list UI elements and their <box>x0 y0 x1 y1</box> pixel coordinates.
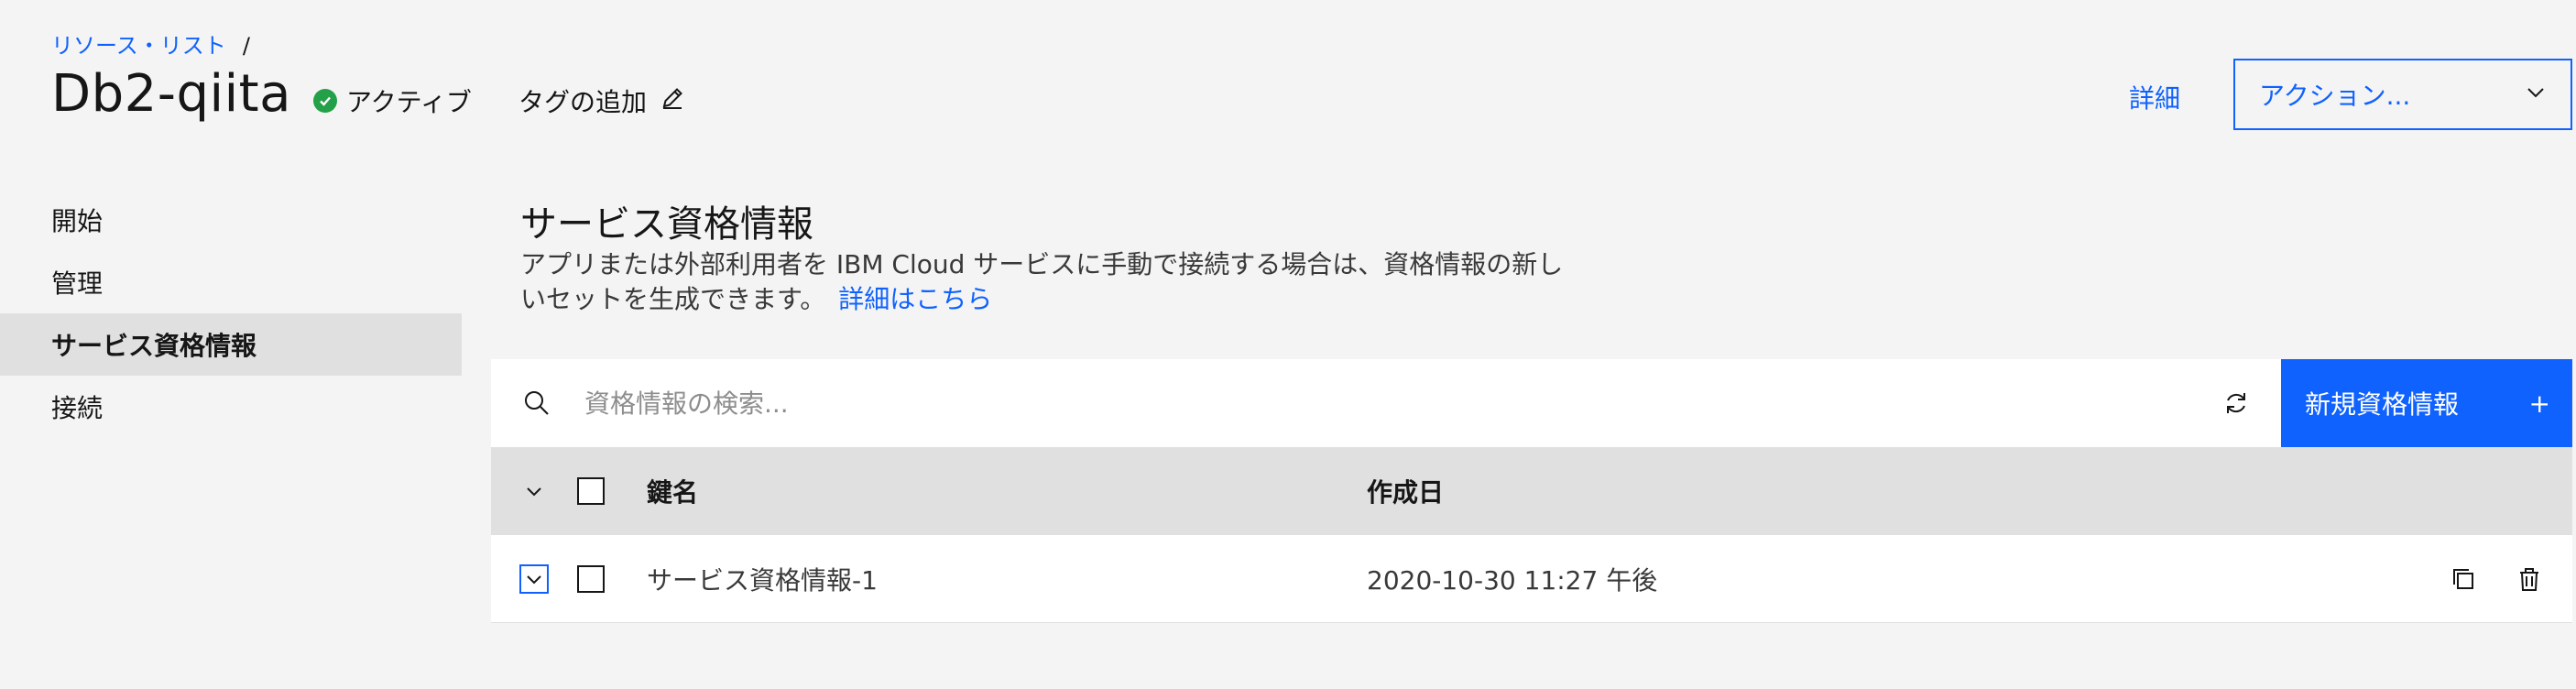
copy-icon[interactable] <box>2450 565 2477 593</box>
table-header: 鍵名 作成日 <box>491 447 2572 535</box>
page-title: Db2-qiita <box>51 64 291 124</box>
column-header-created[interactable]: 作成日 <box>1367 473 2572 509</box>
select-all-checkbox[interactable] <box>577 477 605 505</box>
table-toolbar: 新規資格情報 + <box>491 358 2572 448</box>
chevron-down-icon <box>2525 80 2547 110</box>
section-description-text: アプリまたは外部利用者を IBM Cloud サービスに手動で接続する場合は、資… <box>520 249 1564 314</box>
row-expand-button[interactable] <box>491 563 577 594</box>
add-tag-label: タグの追加 <box>518 87 648 117</box>
breadcrumb: リソース・リスト / <box>51 27 250 60</box>
breadcrumb-link-resource-list[interactable]: リソース・リスト <box>51 33 226 59</box>
search-input[interactable] <box>583 358 2191 448</box>
edit-pencil-icon <box>660 85 685 117</box>
refresh-icon[interactable] <box>2191 359 2281 447</box>
checkmark-icon <box>313 89 337 113</box>
sidebar-item-manage[interactable]: 管理 <box>0 251 462 313</box>
side-navigation: 開始 管理 サービス資格情報 接続 <box>0 189 462 438</box>
sidebar-item-getting-started[interactable]: 開始 <box>0 189 462 251</box>
status-badge: アクティブ <box>313 82 472 119</box>
section-title: サービス資格情報 <box>520 203 813 246</box>
row-key-name: サービス資格情報-1 <box>647 564 878 596</box>
chevron-down-icon <box>519 563 549 594</box>
actions-dropdown[interactable]: アクション... <box>2233 59 2572 130</box>
add-tag-button[interactable]: タグの追加 <box>518 82 685 119</box>
new-credential-button[interactable]: 新規資格情報 + <box>2281 359 2572 447</box>
new-credential-label: 新規資格情報 <box>2305 389 2460 420</box>
select-all-cell <box>577 477 636 505</box>
row-checkbox[interactable] <box>577 564 605 593</box>
expand-all-chevron-icon[interactable] <box>491 480 577 502</box>
section-description: アプリまたは外部利用者を IBM Cloud サービスに手動で接続する場合は、資… <box>520 247 1565 317</box>
details-link[interactable]: 詳細 <box>2129 79 2180 115</box>
learn-more-link[interactable]: 詳細はこちら <box>838 284 992 314</box>
search-icon <box>491 388 583 418</box>
column-header-key-name[interactable]: 鍵名 <box>636 473 1367 509</box>
table-row: サービス資格情報-1 2020-10-30 11:27 午後 <box>491 535 2572 623</box>
row-select-cell <box>577 564 636 593</box>
row-actions <box>2450 565 2572 593</box>
actions-dropdown-label: アクション... <box>2259 81 2411 111</box>
row-created-date: 2020-10-30 11:27 午後 <box>1367 564 1658 596</box>
status-label: アクティブ <box>346 87 472 117</box>
plus-icon: + <box>2528 388 2550 419</box>
trash-icon[interactable] <box>2516 565 2543 593</box>
sidebar-item-connections[interactable]: 接続 <box>0 376 462 438</box>
breadcrumb-separator: / <box>242 33 250 59</box>
sidebar-item-service-credentials[interactable]: サービス資格情報 <box>0 313 462 376</box>
